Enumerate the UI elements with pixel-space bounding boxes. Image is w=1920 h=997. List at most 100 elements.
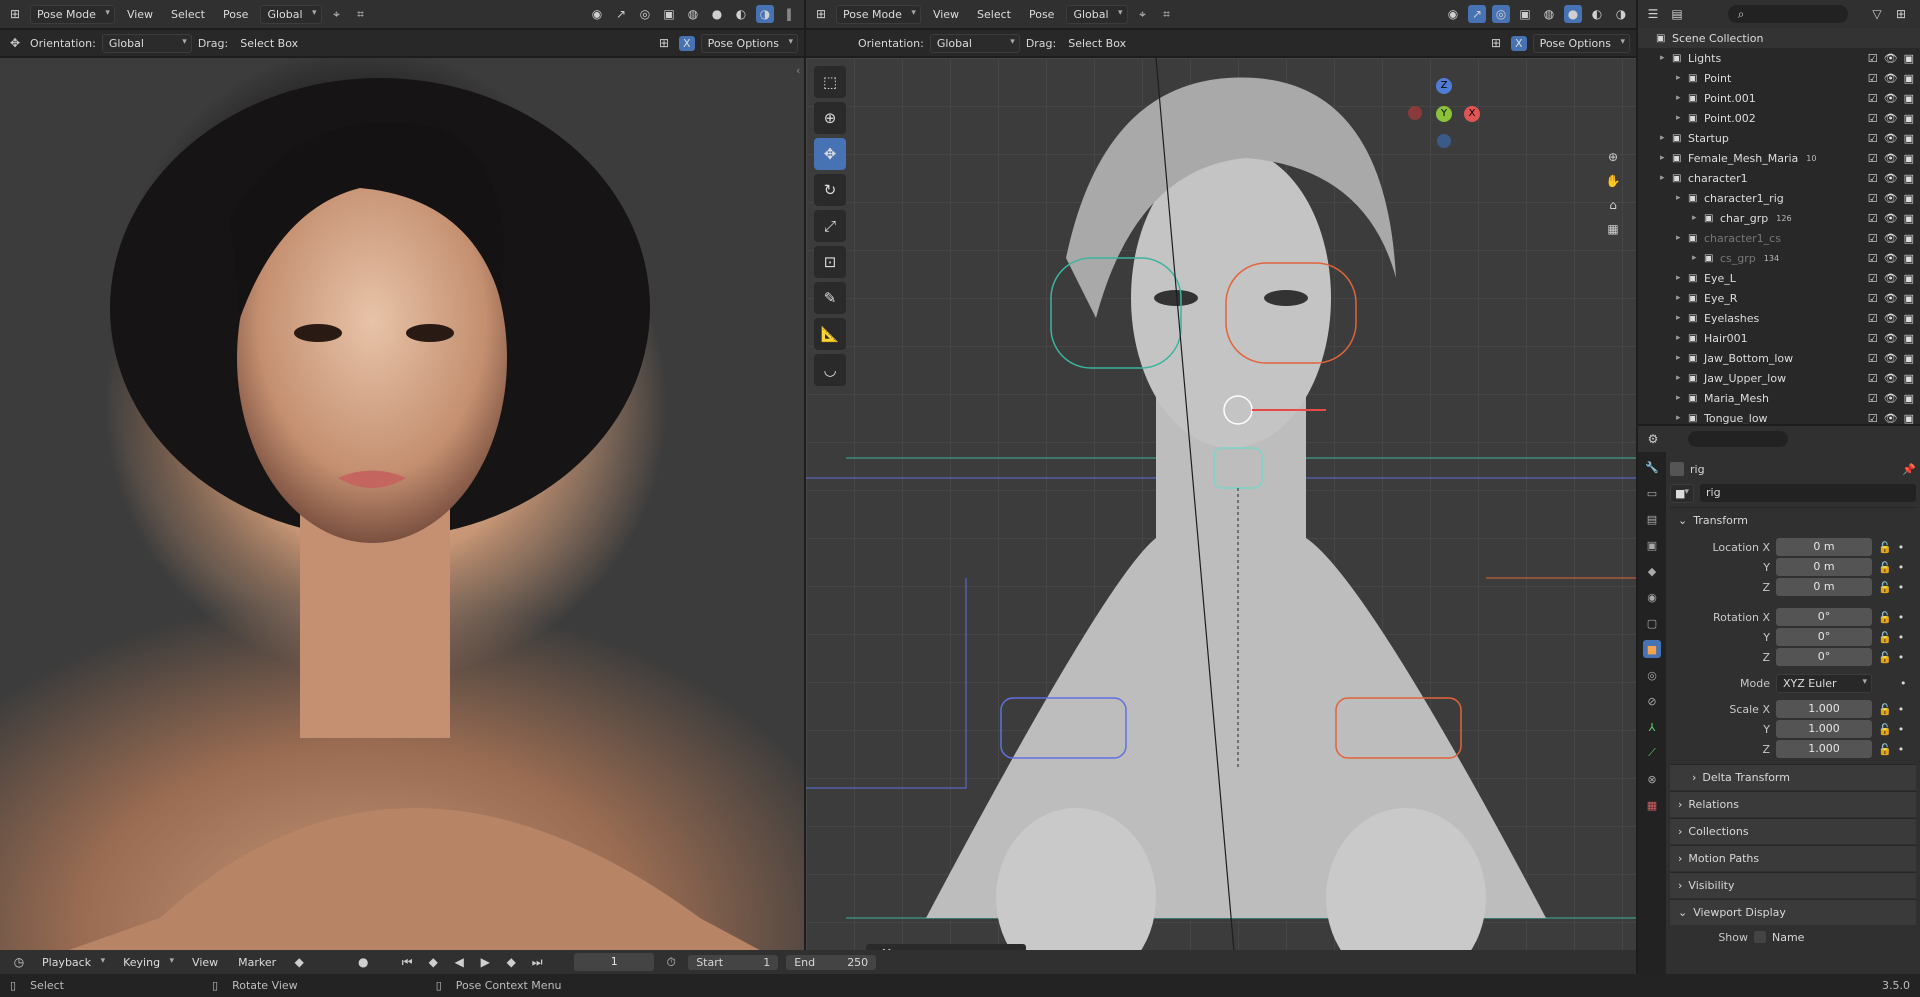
collection-tab-icon[interactable]: ▢ [1643, 614, 1661, 632]
checkbox-icon[interactable]: ☑ [1868, 332, 1878, 345]
lock-icon[interactable]: 🔓 [1878, 581, 1892, 594]
disclosure-triangle-icon[interactable]: ▸ [1660, 53, 1672, 63]
checkbox-icon[interactable]: ☑ [1868, 352, 1878, 365]
rendered-shading-icon[interactable]: ◑ [756, 5, 774, 23]
transform-icon[interactable]: ✥ [6, 34, 24, 52]
disclosure-triangle-icon[interactable]: ▸ [1676, 333, 1688, 343]
delta-transform-section[interactable]: › Delta Transform [1670, 764, 1916, 790]
outliner-row[interactable]: ▸ ▣ Maria_Mesh ☑ 👁 ▣ [1638, 388, 1920, 408]
disclosure-triangle-icon[interactable]: ▸ [1676, 413, 1688, 423]
tool-tab-icon[interactable]: 🔧 [1643, 458, 1661, 476]
gizmo-z-icon[interactable]: Z [1436, 78, 1452, 94]
lock-icon[interactable]: 🔓 [1878, 743, 1892, 756]
solid-shading-icon[interactable]: ● [708, 5, 726, 23]
relax-icon[interactable]: ◡ [814, 354, 846, 386]
disclosure-triangle-icon[interactable]: ▸ [1660, 173, 1672, 183]
motion-paths-section[interactable]: › Motion Paths [1670, 845, 1916, 871]
lock-icon[interactable]: 🔓 [1878, 651, 1892, 664]
gizmo-icon[interactable]: ↗ [612, 5, 630, 23]
rotation-mode-dropdown[interactable]: XYZ Euler [1776, 673, 1872, 693]
checkbox-icon[interactable]: ☑ [1868, 192, 1878, 205]
checkbox-icon[interactable]: ☑ [1868, 292, 1878, 305]
outliner-row[interactable]: ▸ ▣ character1_rig ☑ 👁 ▣ [1638, 188, 1920, 208]
visibility-icon[interactable]: ◉ [1444, 5, 1462, 23]
rotation-x-field[interactable]: 0° [1776, 608, 1872, 626]
outliner-row[interactable]: ▸ ▣ Jaw_Bottom_low ☑ 👁 ▣ [1638, 348, 1920, 368]
eye-icon[interactable]: 👁 [1884, 212, 1898, 225]
checkbox-icon[interactable]: ☑ [1868, 132, 1878, 145]
lock-icon[interactable]: 🔓 [1878, 631, 1892, 644]
outliner-row[interactable]: ▸ ▣ Lights ☑ 👁 ▣ [1638, 48, 1920, 68]
menu-view[interactable]: View [927, 6, 965, 23]
modifier-tab-icon[interactable]: ◎ [1643, 666, 1661, 684]
camera-icon[interactable]: ▣ [1904, 232, 1914, 245]
mirror-icon[interactable]: ⊞ [1487, 34, 1505, 52]
camera-icon[interactable]: ▣ [1904, 412, 1914, 425]
zoom-icon[interactable]: ⊕ [1604, 148, 1622, 166]
menu-select[interactable]: Select [165, 6, 211, 23]
drag-dropdown[interactable]: Select Box [1062, 35, 1132, 52]
jump-start-icon[interactable]: ⏮ [398, 953, 416, 971]
camera-icon[interactable]: ▣ [1904, 372, 1914, 385]
eye-icon[interactable]: 👁 [1884, 92, 1898, 105]
display-mode-icon[interactable]: ▤ [1668, 5, 1686, 23]
end-frame-field[interactable]: End 250 [786, 954, 877, 970]
disclosure-triangle-icon[interactable]: ▸ [1676, 353, 1688, 363]
viewport-display-section[interactable]: ⌄ Viewport Display [1670, 899, 1916, 925]
checkbox-icon[interactable]: ☑ [1868, 232, 1878, 245]
next-keyframe-icon[interactable]: ◆ [502, 953, 520, 971]
mirror-icon[interactable]: ⊞ [655, 34, 673, 52]
pause-icon[interactable]: ‖ [780, 5, 798, 23]
new-collection-icon[interactable]: ⊞ [1892, 5, 1910, 23]
snap-icon[interactable]: ⌗ [1158, 5, 1176, 23]
x-mirror-toggle[interactable]: X [679, 35, 695, 51]
checkbox-icon[interactable]: ☑ [1868, 52, 1878, 65]
collections-section[interactable]: › Collections [1670, 818, 1916, 844]
rotation-y-field[interactable]: 0° [1776, 628, 1872, 646]
outliner-row[interactable]: ▣ Scene Collection [1638, 28, 1920, 48]
keyframe-dot-icon[interactable]: • [1898, 743, 1905, 756]
mode-dropdown[interactable]: Pose Mode [30, 4, 115, 24]
orientation-dropdown[interactable]: Global [101, 33, 192, 53]
keyframe-dot-icon[interactable]: • [1898, 541, 1905, 554]
lock-icon[interactable]: 🔓 [1878, 703, 1892, 716]
move-icon[interactable]: ✥ [814, 138, 846, 170]
eye-icon[interactable]: 👁 [1884, 252, 1898, 265]
overlay-icon[interactable]: ◎ [1492, 5, 1510, 23]
play-icon[interactable]: ▶ [476, 953, 494, 971]
record-icon[interactable]: ● [354, 953, 372, 971]
disclosure-triangle-icon[interactable]: ▸ [1692, 213, 1704, 223]
properties-search-input[interactable] [1688, 431, 1788, 447]
eye-icon[interactable]: 👁 [1884, 272, 1898, 285]
pose-options-dropdown[interactable]: Pose Options [700, 33, 798, 53]
clock-icon[interactable]: ⏱ [662, 953, 680, 971]
keying-menu[interactable]: Keying [117, 954, 178, 971]
disclosure-triangle-icon[interactable]: ▸ [1676, 113, 1688, 123]
view-menu[interactable]: View [186, 954, 224, 971]
visibility-section[interactable]: › Visibility [1670, 872, 1916, 898]
texture-tab-icon[interactable]: ▦ [1643, 796, 1661, 814]
disclosure-triangle-icon[interactable]: ▸ [1676, 273, 1688, 283]
camera-icon[interactable]: ▣ [1904, 332, 1914, 345]
transform-orientation-dropdown[interactable]: Global [260, 4, 322, 24]
outliner-row[interactable]: ▸ ▣ Eye_L ☑ 👁 ▣ [1638, 268, 1920, 288]
select-box-icon[interactable]: ⬚ [814, 66, 846, 98]
lock-icon[interactable]: 🔓 [1878, 723, 1892, 736]
menu-view[interactable]: View [121, 6, 159, 23]
scale-z-field[interactable]: 1.000 [1776, 740, 1872, 758]
checkbox-icon[interactable]: ☑ [1868, 152, 1878, 165]
eye-icon[interactable]: 👁 [1884, 392, 1898, 405]
outliner-row[interactable]: ▸ ▣ Startup ☑ 👁 ▣ [1638, 128, 1920, 148]
camera-icon[interactable]: ▣ [1904, 212, 1914, 225]
checkbox-icon[interactable]: ☑ [1868, 212, 1878, 225]
grid-icon[interactable]: ▦ [1604, 220, 1622, 238]
measure-icon[interactable]: 📐 [814, 318, 846, 350]
rendered-shading-icon[interactable]: ◑ [1612, 5, 1630, 23]
prev-keyframe-icon[interactable]: ◆ [424, 953, 442, 971]
outliner-row[interactable]: ▸ ▣ cs_grp 134 ☑ 👁 ▣ [1638, 248, 1920, 268]
disclosure-triangle-icon[interactable]: ▸ [1676, 393, 1688, 403]
filter-icon[interactable]: ▽ [1868, 5, 1886, 23]
pivot-icon[interactable]: ⌖ [328, 5, 346, 23]
gizmo-icon[interactable]: ↗ [1468, 5, 1486, 23]
pin-icon[interactable]: 📌 [1902, 463, 1916, 476]
